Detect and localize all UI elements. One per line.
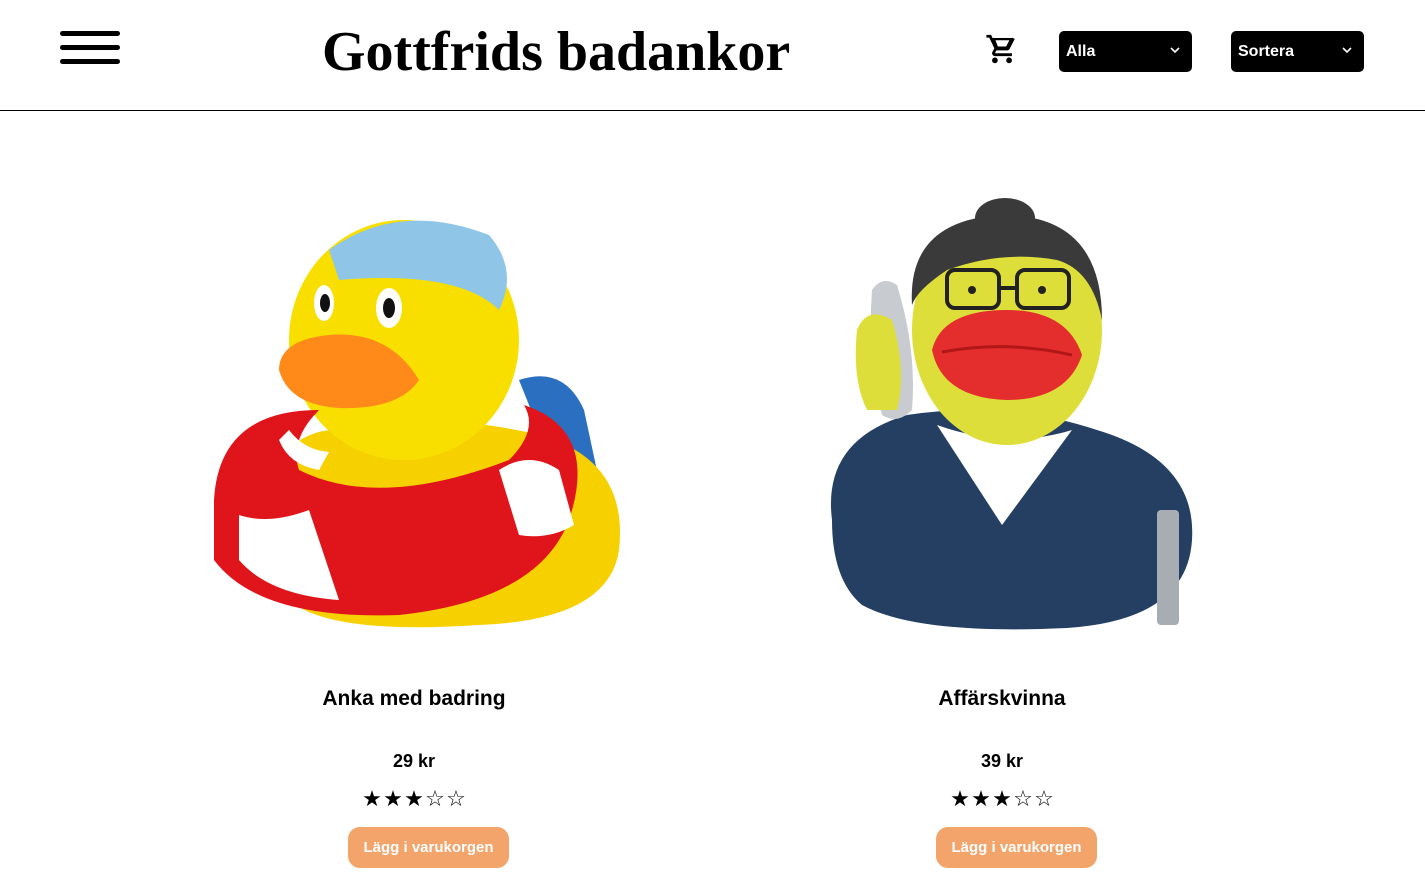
category-filter-value: Alla — [1066, 43, 1096, 60]
site-header: Gottfrids badankor Alla Sortera — [0, 0, 1425, 111]
site-title: Gottfrids badankor — [322, 21, 791, 83]
product-price: 39 kr — [980, 751, 1024, 771]
rating-stars: ★★★☆☆ — [767, 786, 1237, 812]
star-filled-icon: ★ — [992, 786, 1012, 811]
add-to-cart-button[interactable]: Lägg i varukorgen — [348, 827, 509, 868]
rubber-duck-with-swim-ring-image[interactable] — [179, 180, 649, 650]
star-empty-icon: ☆ — [425, 786, 445, 811]
sort-value: Sortera — [1238, 43, 1295, 60]
star-empty-icon: ☆ — [446, 786, 466, 811]
businesswoman-rubber-duck-image[interactable] — [767, 180, 1237, 650]
star-filled-icon: ★ — [362, 786, 382, 811]
chevron-down-icon — [1342, 31, 1356, 54]
hamburger-menu-icon[interactable] — [60, 31, 120, 65]
chevron-down-icon — [1170, 31, 1184, 54]
rating-stars: ★★★☆☆ — [179, 786, 649, 812]
star-filled-icon: ★ — [950, 786, 970, 811]
star-filled-icon: ★ — [383, 786, 403, 811]
sort-select[interactable]: Sortera — [1231, 31, 1364, 72]
product-card: Affärskvinna 39 kr ★★★☆☆ Lägg i varukorg… — [767, 180, 1237, 868]
star-filled-icon: ★ — [404, 786, 424, 811]
category-filter-select[interactable]: Alla — [1059, 31, 1192, 72]
add-to-cart-button[interactable]: Lägg i varukorgen — [936, 827, 1097, 868]
star-filled-icon: ★ — [971, 786, 991, 811]
product-price: 29 kr — [392, 751, 436, 771]
shopping-cart-icon[interactable] — [985, 32, 1019, 66]
product-card: Anka med badring 29 kr ★★★☆☆ Lägg i varu… — [179, 180, 649, 868]
star-empty-icon: ☆ — [1013, 786, 1033, 811]
star-empty-icon: ☆ — [1034, 786, 1054, 811]
product-name: Affärskvinna — [938, 687, 1066, 710]
product-name: Anka med badring — [322, 687, 506, 710]
